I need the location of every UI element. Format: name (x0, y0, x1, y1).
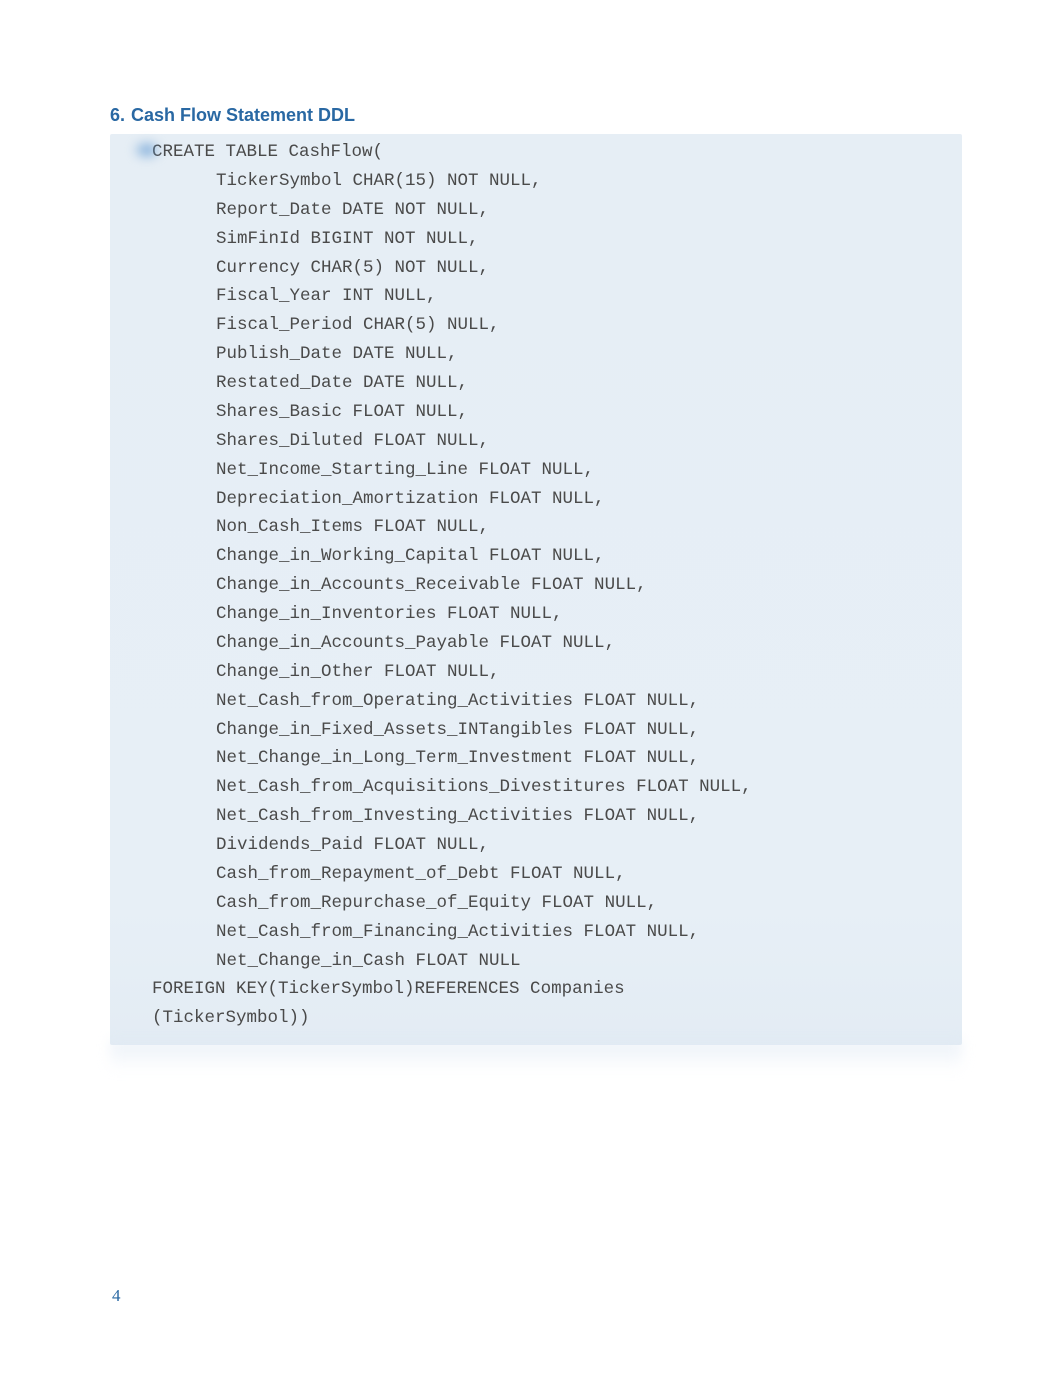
code-line: Cash_from_Repurchase_of_Equity FLOAT NUL… (216, 893, 657, 913)
bottom-blur-overlay (110, 1041, 962, 1071)
code-line: Fiscal_Period CHAR(5) NULL, (216, 315, 500, 335)
code-line: Net_Income_Starting_Line FLOAT NULL, (216, 460, 594, 480)
code-line: Non_Cash_Items FLOAT NULL, (216, 517, 489, 537)
code-line: Net_Cash_from_Operating_Activities FLOAT… (216, 691, 699, 711)
code-line: CREATE TABLE CashFlow( (152, 142, 383, 162)
blur-overlay-icon (132, 140, 162, 160)
code-line: Shares_Diluted FLOAT NULL, (216, 431, 489, 451)
code-line: Publish_Date DATE NULL, (216, 344, 458, 364)
section-heading: 6. Cash Flow Statement DDL (110, 105, 962, 126)
code-line: Report_Date DATE NOT NULL, (216, 200, 489, 220)
code-line: Change_in_Other FLOAT NULL, (216, 662, 500, 682)
code-line: Restated_Date DATE NULL, (216, 373, 468, 393)
code-line: Shares_Basic FLOAT NULL, (216, 402, 468, 422)
code-line: Net_Change_in_Cash FLOAT NULL (216, 951, 521, 971)
code-line: Fiscal_Year INT NULL, (216, 286, 437, 306)
document-page: 6. Cash Flow Statement DDL CREATE TABLE C… (0, 0, 1062, 1111)
code-line: FOREIGN KEY(TickerSymbol)REFERENCES Comp… (152, 979, 625, 999)
code-line: (TickerSymbol)) (152, 1008, 310, 1028)
code-line: Change_in_Working_Capital FLOAT NULL, (216, 546, 605, 566)
code-line: Dividends_Paid FLOAT NULL, (216, 835, 489, 855)
sql-code-block: CREATE TABLE CashFlow( TickerSymbol CHAR… (110, 134, 962, 1045)
code-line: Change_in_Accounts_Receivable FLOAT NULL… (216, 575, 647, 595)
code-line: Change_in_Inventories FLOAT NULL, (216, 604, 563, 624)
code-line: Net_Cash_from_Financing_Activities FLOAT… (216, 922, 699, 942)
heading-title: Cash Flow Statement DDL (131, 105, 355, 125)
code-block-wrapper: CREATE TABLE CashFlow( TickerSymbol CHAR… (110, 134, 962, 1071)
code-line: Depreciation_Amortization FLOAT NULL, (216, 489, 605, 509)
code-line: Currency CHAR(5) NOT NULL, (216, 258, 489, 278)
code-line: SimFinId BIGINT NOT NULL, (216, 229, 479, 249)
code-line: Net_Change_in_Long_Term_Investment FLOAT… (216, 748, 699, 768)
code-line: Net_Cash_from_Acquisitions_Divestitures … (216, 777, 752, 797)
page-number: 4 (112, 1286, 121, 1306)
code-line: Change_in_Accounts_Payable FLOAT NULL, (216, 633, 615, 653)
code-line: Change_in_Fixed_Assets_INTangibles FLOAT… (216, 720, 699, 740)
code-line: Cash_from_Repayment_of_Debt FLOAT NULL, (216, 864, 626, 884)
code-line: TickerSymbol CHAR(15) NOT NULL, (216, 171, 542, 191)
heading-number: 6. (110, 105, 125, 125)
code-line: Net_Cash_from_Investing_Activities FLOAT… (216, 806, 699, 826)
